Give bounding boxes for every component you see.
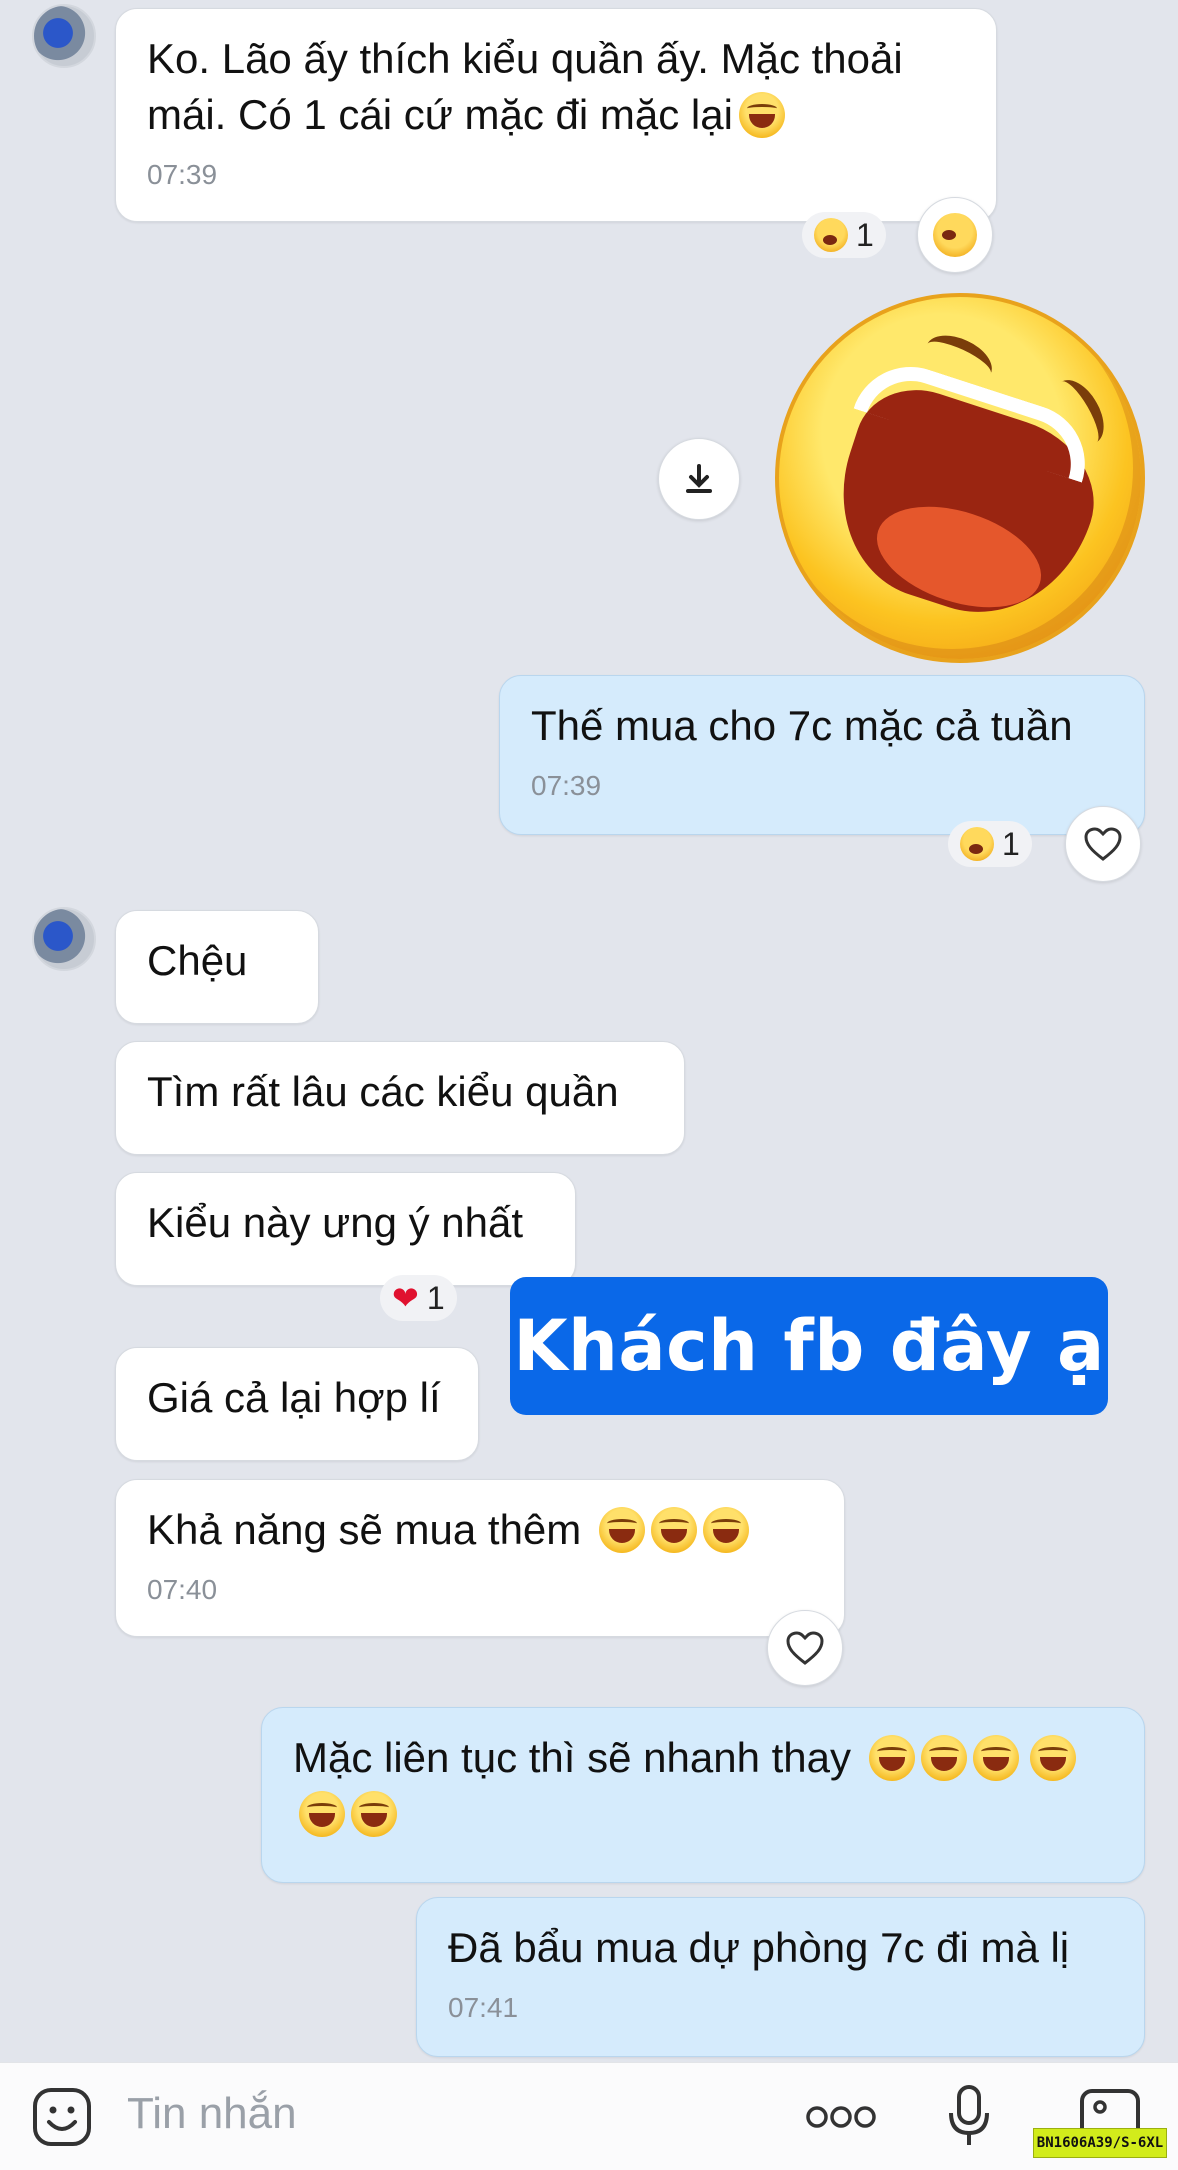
reaction-summary[interactable]: 1: [802, 212, 886, 258]
message-text: Khả năng sẽ mua thêm: [147, 1502, 813, 1558]
message-text: Đã bẩu mua dự phòng 7c đi mà lị: [448, 1924, 1070, 1971]
message-bubble-incoming[interactable]: Chệu: [115, 910, 319, 1024]
message-bubble-incoming[interactable]: Khả năng sẽ mua thêm 07:40: [115, 1479, 845, 1637]
product-tag: BN1606A39/S-6XL: [1033, 2128, 1167, 2158]
download-button[interactable]: [658, 438, 740, 520]
heart-icon: ❤: [392, 1280, 419, 1316]
message-bubble-incoming[interactable]: Giá cả lại hợp lí: [115, 1347, 479, 1461]
overlay-banner: Khách fb đây ạ: [510, 1277, 1108, 1415]
message-input-bar: Tin nhắn: [0, 2062, 1178, 2170]
message-time: 07:40: [147, 1574, 218, 1605]
more-dots-icon[interactable]: [805, 2103, 877, 2131]
heart-icon: [786, 1631, 824, 1665]
reaction-summary[interactable]: 1: [948, 821, 1032, 867]
reaction-button[interactable]: [917, 197, 993, 273]
message-input[interactable]: Tin nhắn: [127, 2089, 297, 2139]
laughing-emoji-icon: [702, 1507, 749, 1553]
laughing-emoji-icon: [299, 1791, 345, 1837]
message-bubble-outgoing[interactable]: Đã bẩu mua dự phòng 7c đi mà lị 07:41: [416, 1897, 1145, 2057]
message-text: Mặc liên tục thì sẽ nhanh thay: [293, 1730, 1113, 1842]
reaction-count: 1: [1002, 825, 1020, 862]
laughing-emoji-icon: [972, 1735, 1019, 1781]
reaction-count: 1: [426, 1279, 445, 1316]
wow-face-icon: [814, 218, 848, 252]
download-icon: [686, 464, 712, 493]
laughing-emoji-icon: [351, 1791, 397, 1837]
message-bubble-outgoing[interactable]: Thế mua cho 7c mặc cả tuần 07:39: [499, 675, 1145, 835]
message-bubble-incoming[interactable]: Tìm rất lâu các kiểu quần: [115, 1041, 685, 1155]
message-text: Thế mua cho 7c mặc cả tuần: [531, 702, 1073, 749]
laughing-emoji-icon: [650, 1507, 697, 1553]
heart-icon: [1084, 827, 1122, 861]
laughing-emoji-icon: [1030, 1735, 1077, 1781]
laughing-emoji-icon: [868, 1735, 915, 1781]
message-text: Kiểu này ưng ý nhất: [147, 1199, 524, 1246]
message-bubble-outgoing[interactable]: Mặc liên tục thì sẽ nhanh thay: [261, 1707, 1145, 1883]
laughing-emoji-icon: [920, 1735, 967, 1781]
laughing-face-sticker[interactable]: [775, 293, 1145, 663]
reaction-count: 1: [856, 216, 874, 253]
laughing-face-icon: [960, 827, 994, 861]
message-bubble-incoming[interactable]: Kiểu này ưng ý nhất: [115, 1172, 576, 1286]
emoji-icon[interactable]: [31, 2086, 93, 2148]
like-button[interactable]: [1065, 806, 1141, 882]
laughing-emoji-icon: [738, 92, 785, 138]
laughing-emoji-icon: [598, 1507, 645, 1553]
message-time: 07:39: [531, 770, 602, 801]
message-bubble-incoming[interactable]: Ko. Lão ấy thích kiểu quần ấy. Mặc thoải…: [115, 8, 997, 222]
message-text: Giá cả lại hợp lí: [147, 1374, 441, 1421]
message-time: 07:39: [147, 159, 218, 190]
like-button[interactable]: [767, 1610, 843, 1686]
wow-face-icon: [933, 213, 977, 257]
message-time: 07:41: [448, 1992, 519, 2023]
message-text: Tìm rất lâu các kiểu quần: [147, 1068, 619, 1115]
contact-avatar[interactable]: [32, 4, 96, 68]
contact-avatar[interactable]: [32, 907, 96, 971]
reaction-summary[interactable]: ❤ 1: [380, 1275, 457, 1321]
microphone-icon[interactable]: [945, 2083, 993, 2151]
message-text: Ko. Lão ấy thích kiểu quần ấy. Mặc thoải…: [147, 35, 903, 138]
message-text: Chệu: [147, 937, 248, 984]
